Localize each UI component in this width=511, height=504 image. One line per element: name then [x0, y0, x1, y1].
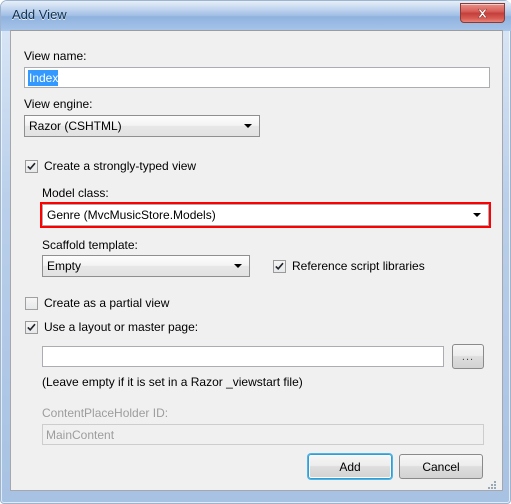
- chevron-down-icon: [473, 213, 481, 217]
- dialog-body: View name: Index View engine: Razor (CSH…: [10, 30, 503, 491]
- model-class-value: Genre (MvcMusicStore.Models): [47, 208, 216, 222]
- cancel-button[interactable]: Cancel: [399, 454, 483, 479]
- add-button[interactable]: Add: [308, 454, 392, 479]
- reference-scripts-checkbox[interactable]: Reference script libraries: [273, 259, 425, 273]
- partial-view-checkbox[interactable]: Create as a partial view: [25, 296, 169, 310]
- use-layout-label: Use a layout or master page:: [44, 320, 199, 334]
- check-icon: [275, 262, 284, 270]
- chevron-down-icon: [234, 264, 242, 268]
- use-layout-checkbox[interactable]: Use a layout or master page:: [25, 320, 198, 334]
- reference-scripts-label: Reference script libraries: [292, 259, 425, 273]
- chevron-down-icon: [244, 124, 252, 128]
- content-placeholder-value: MainContent: [46, 427, 115, 442]
- scaffold-template-dropdown[interactable]: Empty: [42, 255, 250, 277]
- checkbox-box: [273, 259, 286, 273]
- check-icon: [27, 323, 36, 331]
- close-icon: [476, 8, 489, 19]
- view-engine-label: View engine:: [24, 97, 93, 111]
- scaffold-template-value: Empty: [47, 259, 82, 273]
- view-engine-dropdown[interactable]: Razor (CSHTML): [24, 115, 260, 137]
- check-icon: [27, 162, 36, 170]
- title-bar[interactable]: Add View: [1, 1, 511, 31]
- window-title: Add View: [12, 7, 67, 22]
- checkbox-box: [25, 320, 38, 334]
- strongly-typed-label: Create a strongly-typed view: [44, 159, 197, 173]
- layout-hint-text: (Leave empty if it is set in a Razor _vi…: [42, 375, 303, 389]
- model-class-label: Model class:: [42, 186, 109, 200]
- view-name-label: View name:: [24, 49, 87, 63]
- resize-grip[interactable]: [486, 479, 498, 491]
- view-engine-value: Razor (CSHTML): [29, 119, 122, 133]
- close-button[interactable]: [460, 3, 505, 23]
- checkbox-box: [25, 296, 38, 310]
- view-name-value: Index: [28, 69, 59, 86]
- model-class-dropdown[interactable]: Genre (MvcMusicStore.Models): [42, 204, 489, 226]
- view-name-input[interactable]: Index: [24, 67, 490, 88]
- checkbox-box: [25, 159, 38, 173]
- add-view-dialog: Add View View name: Index View engine: R…: [0, 0, 511, 504]
- layout-path-input[interactable]: [42, 346, 444, 367]
- partial-view-label: Create as a partial view: [44, 296, 170, 310]
- browse-layout-button[interactable]: ...: [452, 344, 484, 369]
- content-placeholder-input: MainContent: [42, 424, 484, 445]
- content-placeholder-label: ContentPlaceHolder ID:: [42, 406, 169, 420]
- scaffold-template-label: Scaffold template:: [42, 238, 138, 252]
- strongly-typed-checkbox[interactable]: Create a strongly-typed view: [25, 159, 196, 173]
